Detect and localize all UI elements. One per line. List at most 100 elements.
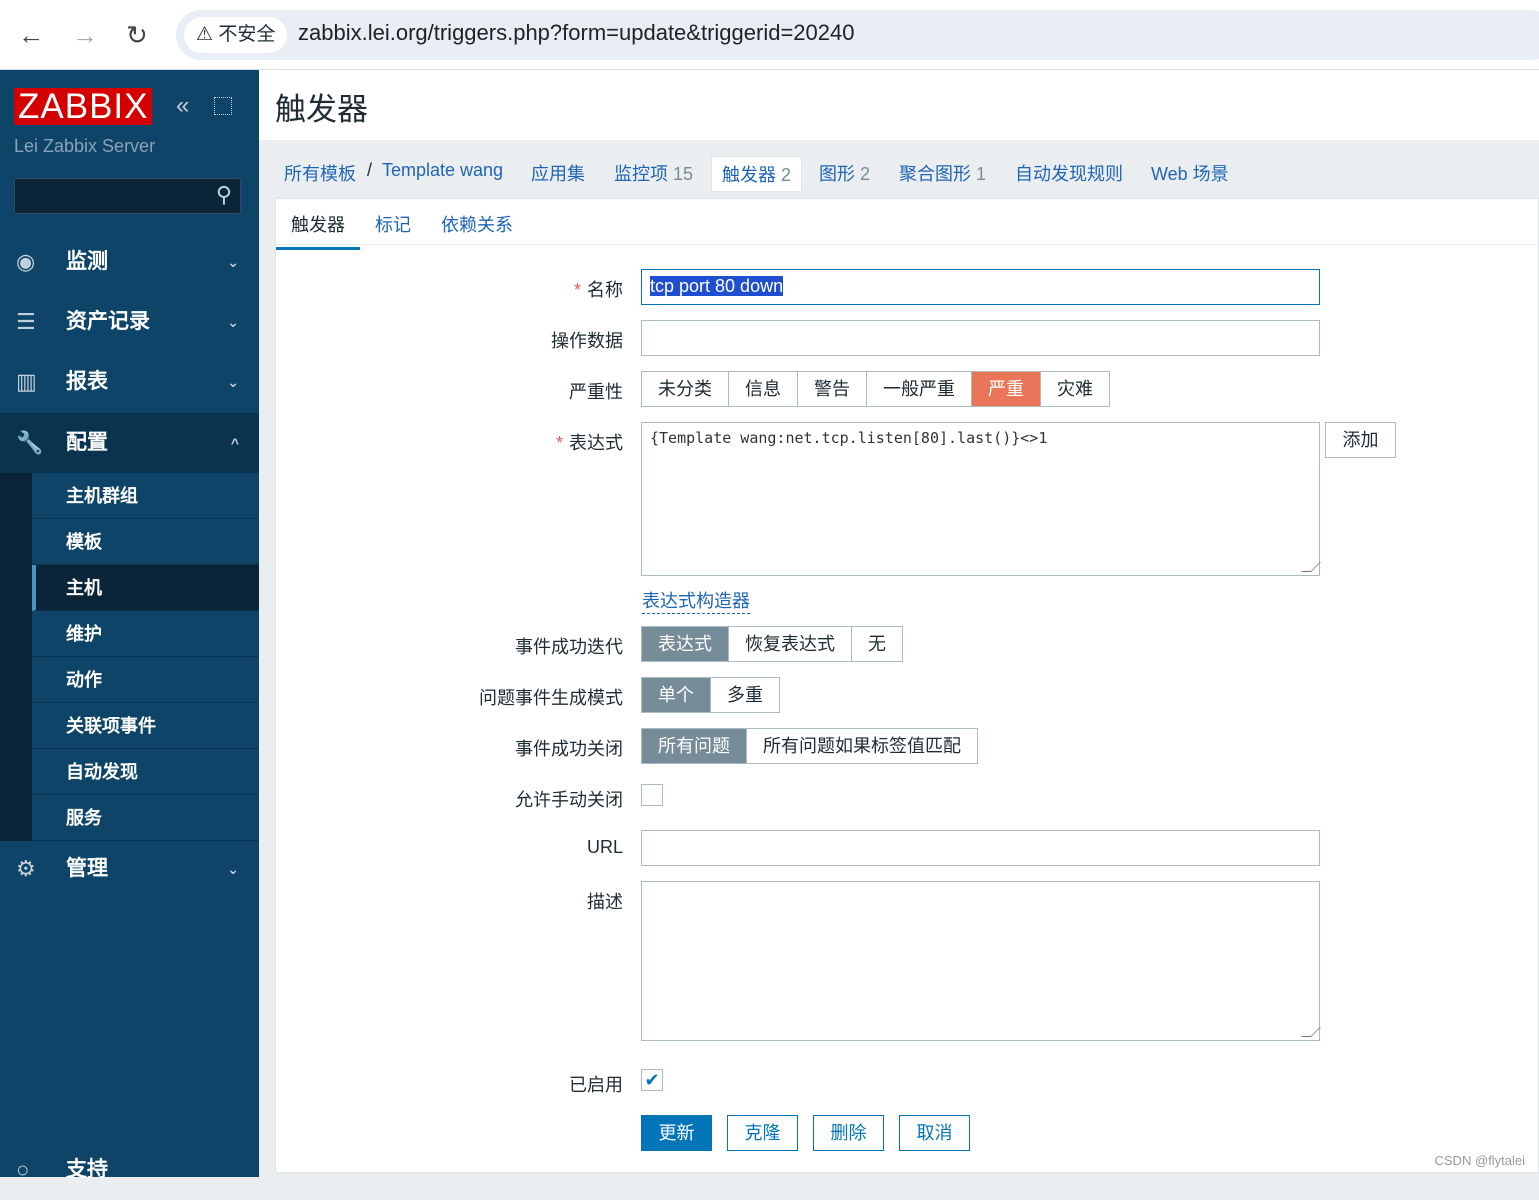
name-input[interactable]: tcp port 80 down [641,269,1320,305]
breadcrumb-all-templates[interactable]: 所有模板 [284,160,356,186]
severity-disaster[interactable]: 灾难 [1041,372,1109,406]
trigger-form: 触发器 标记 依赖关系 * 名称 tcp port 80 down 操作数据 严重… [275,198,1539,1173]
menu-label: 管理 [66,857,108,880]
chevron-up-icon: ^ [230,435,239,451]
ok-event-selector: 表达式 恢复表达式 无 [641,626,903,662]
resize-handle[interactable] [1301,562,1321,572]
enabled-checkbox[interactable]: ✔ [641,1069,663,1091]
submenu-templates[interactable]: 模板 [32,519,259,565]
tab-trigger[interactable]: 触发器 [276,211,360,250]
opdata-input[interactable] [641,320,1320,356]
ok-event-none[interactable]: 无 [852,627,902,661]
ok-event-expression[interactable]: 表达式 [642,627,729,661]
tab-dependencies[interactable]: 依赖关系 [441,211,513,237]
menu-monitoring[interactable]: ◉ 监测 ⌄ [0,232,259,292]
expression-textarea[interactable]: {Template wang:net.tcp.listen[80].last()… [641,422,1321,576]
expression-label: * 表达式 [555,433,623,453]
submenu-host-groups[interactable]: 主机群组 [32,473,259,519]
nav-triggers[interactable]: 触发器 2 [711,156,803,192]
submenu-hosts[interactable]: 主机 [32,565,259,611]
name-value: tcp port 80 down [650,276,784,296]
nav-discovery-rules[interactable]: 自动发现规则 [1015,160,1123,186]
nav-label: 聚合图形 [899,164,971,184]
manual-close-checkbox[interactable] [641,784,663,806]
menu-inventory[interactable]: ☰ 资产记录 ⌄ [0,292,259,352]
delete-button[interactable]: 删除 [813,1115,884,1151]
resize-handle[interactable] [1301,1027,1321,1037]
nav-applications[interactable]: 应用集 [531,160,585,186]
forward-icon[interactable]: → [72,20,98,51]
sidebar-search-input[interactable]: ⚲ [14,178,241,214]
menu-configuration[interactable]: 🔧 配置 ^ [0,413,259,473]
url-text[interactable]: zabbix.lei.org/triggers.php?form=update&… [298,20,854,46]
menu-label: 监测 [66,250,108,273]
mode-multiple[interactable]: 多重 [711,678,779,712]
menu-label: 报表 [66,370,108,393]
breadcrumb: 所有模板 / Template wang 应用集 监控项 15 触发器 2 图形… [259,140,1539,198]
enabled-label: 已启用 [569,1075,623,1095]
watermark: CSDN @flytalei [1434,1153,1526,1168]
page-title: 触发器 [275,92,368,127]
nav-count: 1 [976,164,987,184]
zabbix-logo[interactable]: ZABBIX [14,88,153,126]
gear-icon: ⚙ [16,856,36,881]
collapse-icon[interactable]: « [176,92,189,120]
chevron-down-icon: ⌄ [227,861,239,877]
nav-web-scenarios[interactable]: Web 场景 [1151,160,1229,186]
severity-high[interactable]: 严重 [972,372,1041,406]
ok-event-recovery[interactable]: 恢复表达式 [729,627,852,661]
severity-warning[interactable]: 警告 [798,372,867,406]
cancel-button[interactable]: 取消 [899,1115,970,1151]
submenu-actions[interactable]: 动作 [32,657,259,703]
severity-label: 严重性 [569,382,623,402]
nav-count: 2 [860,164,871,184]
nav-screens[interactable]: 聚合图形 1 [899,160,986,186]
nav-graphs[interactable]: 图形 2 [819,160,870,186]
mode-label: 问题事件生成模式 [479,688,623,708]
menu-administration[interactable]: ⚙ 管理 ⌄ [0,839,259,899]
ok-event-label: 事件成功迭代 [515,637,623,657]
submenu-event-correlation[interactable]: 关联项事件 [32,703,259,749]
search-icon[interactable]: ⚲ [216,182,232,208]
kiosk-icon[interactable] [214,97,232,115]
menu-support[interactable]: ○ 支持 [0,1140,259,1200]
back-icon[interactable]: ← [18,20,44,51]
help-icon: ○ [16,1157,30,1182]
expression-builder-link[interactable]: 表达式构造器 [642,587,750,614]
expression-value: {Template wang:net.tcp.listen[80].last()… [650,429,1048,447]
label-text: 名称 [587,280,623,300]
tab-tags[interactable]: 标记 [375,211,411,237]
wrench-icon: 🔧 [16,430,44,455]
close-tag-match[interactable]: 所有问题如果标签值匹配 [747,729,977,763]
menu-label: 资产记录 [66,310,150,333]
menu-label: 配置 [66,431,108,454]
breadcrumb-template[interactable]: Template wang [382,160,503,181]
add-button[interactable]: 添加 [1325,422,1396,458]
nav-count: 2 [781,165,792,185]
mode-single[interactable]: 单个 [642,678,711,712]
sidebar: ZABBIX « Lei Zabbix Server ⚲ ◉ 监测 ⌄ ☰ 资产记录 ⌄… [0,70,259,1182]
severity-not-classified[interactable]: 未分类 [642,372,729,406]
nav-items[interactable]: 监控项 15 [614,160,693,186]
submenu-maintenance[interactable]: 维护 [32,611,259,657]
submenu-services[interactable]: 服务 [32,795,259,841]
url-input[interactable] [641,830,1320,866]
update-button[interactable]: 更新 [641,1115,712,1151]
address-bar[interactable]: ⚠ 不安全 zabbix.lei.org/triggers.php?form=u… [176,10,1539,60]
checkmark-icon: ✔ [644,1070,660,1090]
menu-reports[interactable]: ▥ 报表 ⌄ [0,352,259,412]
submenu-discovery[interactable]: 自动发现 [32,749,259,795]
clone-button[interactable]: 克隆 [727,1115,798,1151]
name-label: * 名称 [573,280,623,300]
severity-information[interactable]: 信息 [729,372,798,406]
close-label: 事件成功关闭 [515,739,623,759]
close-all[interactable]: 所有问题 [642,729,747,763]
security-text: 不安全 [218,24,276,45]
submenu-gutter [0,473,32,841]
security-badge[interactable]: ⚠ 不安全 [184,17,288,53]
reload-icon[interactable]: ↻ [126,20,148,51]
severity-average[interactable]: 一般严重 [867,372,972,406]
url-label: URL [586,837,623,857]
description-textarea[interactable] [641,881,1321,1041]
mode-selector: 单个 多重 [641,677,780,713]
